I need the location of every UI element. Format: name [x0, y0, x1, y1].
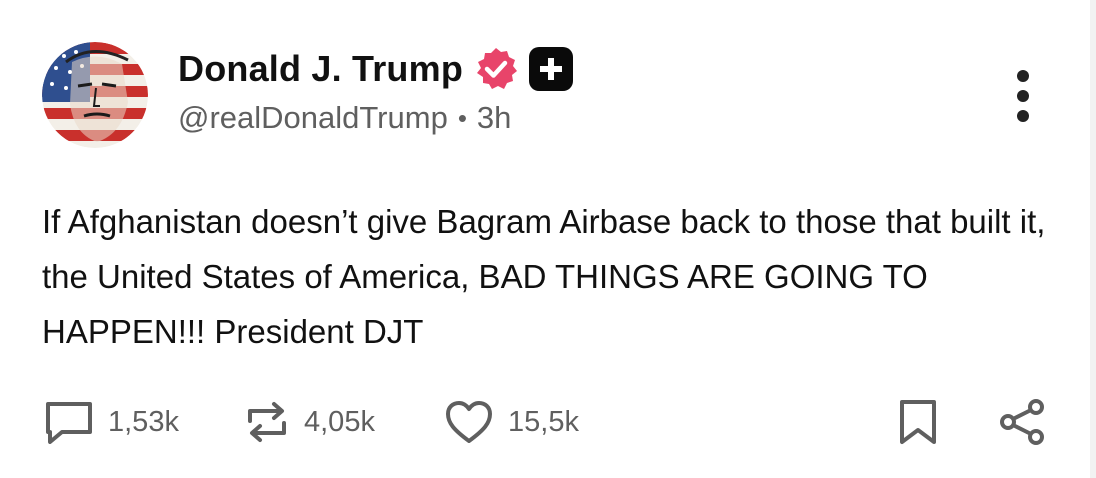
scroll-edge	[1090, 0, 1096, 478]
post-card: Donald J. Trump @realDonaldTrump • 3h If…	[0, 0, 1096, 478]
more-dot-icon	[1017, 90, 1029, 102]
share-button[interactable]	[998, 398, 1046, 451]
bookmark-icon	[900, 400, 936, 444]
like-count: 15,5k	[508, 405, 579, 438]
bookmark-button[interactable]	[898, 398, 938, 451]
author-meta-row: @realDonaldTrump • 3h	[178, 100, 511, 136]
more-options-button[interactable]	[1010, 70, 1036, 122]
reply-icon	[46, 402, 92, 444]
repost-button[interactable]: 4,05k	[244, 390, 375, 454]
heart-icon	[446, 401, 492, 443]
author-display-name[interactable]: Donald J. Trump	[178, 48, 463, 90]
post-timestamp[interactable]: 3h	[477, 100, 511, 136]
meta-separator: •	[457, 102, 467, 133]
more-dot-icon	[1017, 70, 1029, 82]
author-name-row: Donald J. Trump	[178, 44, 574, 94]
like-button[interactable]: 15,5k	[444, 390, 579, 454]
action-bar: 1,53k 4,05k 15,5k	[0, 390, 1096, 454]
verified-badge-icon	[477, 48, 518, 89]
author-handle[interactable]: @realDonaldTrump	[178, 100, 448, 136]
reply-count: 1,53k	[108, 405, 179, 438]
avatar-image	[42, 42, 148, 148]
post-text: If Afghanistan doesn’t give Bagram Airba…	[42, 203, 1046, 350]
repost-icon	[248, 402, 286, 442]
repost-count: 4,05k	[304, 405, 375, 438]
share-icon	[1000, 399, 1044, 445]
reply-button[interactable]: 1,53k	[44, 390, 179, 454]
avatar[interactable]	[42, 42, 148, 148]
more-dot-icon	[1017, 110, 1029, 122]
plus-badge-icon	[529, 47, 574, 91]
